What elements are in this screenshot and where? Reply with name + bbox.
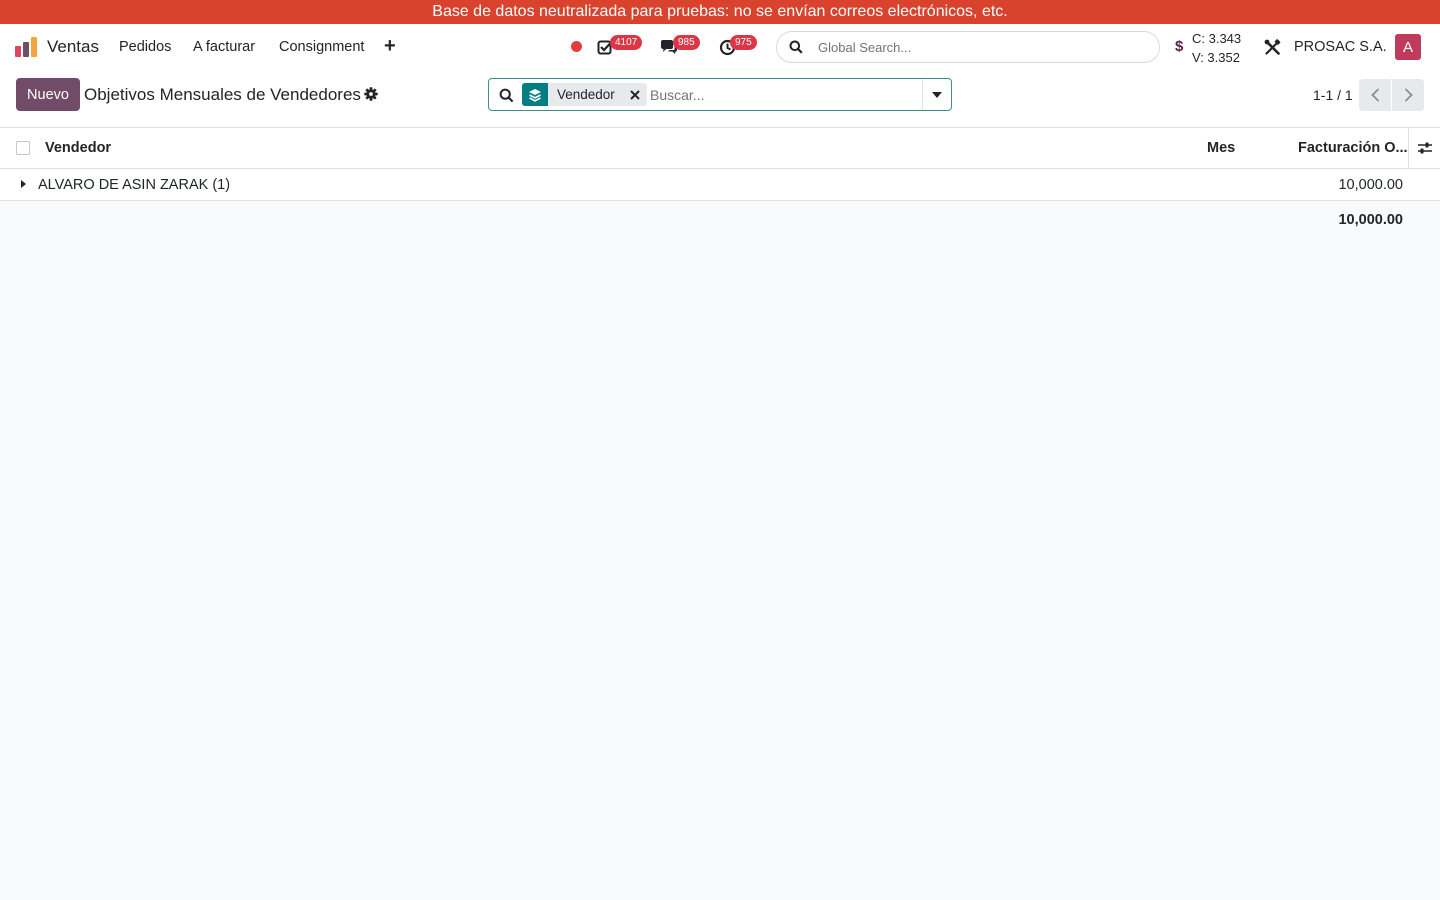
- group-total: 10,000.00: [1338, 177, 1403, 193]
- list-header: Vendedor Mes Facturación O...: [0, 128, 1440, 169]
- chevron-right-icon[interactable]: [1392, 79, 1424, 111]
- sales-app-icon[interactable]: [14, 36, 38, 58]
- caret-right-icon: [21, 180, 26, 188]
- search-bar[interactable]: Vendedor: [488, 78, 952, 111]
- timers-count-badge: 975: [730, 35, 757, 50]
- menu-a-facturar[interactable]: A facturar: [193, 39, 255, 55]
- sliders-icon[interactable]: [1408, 128, 1440, 168]
- group-by-facet[interactable]: Vendedor: [522, 83, 647, 106]
- layers-icon: [522, 83, 548, 106]
- group-label: ALVARO DE ASIN ZARAK (1): [38, 177, 231, 193]
- column-mes[interactable]: Mes: [1207, 140, 1235, 156]
- menu-pedidos[interactable]: Pedidos: [119, 39, 171, 55]
- select-all-checkbox[interactable]: [16, 141, 30, 155]
- test-database-banner: Base de datos neutralizada para pruebas:…: [0, 0, 1440, 24]
- company-switcher[interactable]: PROSAC S.A.: [1294, 39, 1387, 55]
- currency-dollar-icon: $: [1175, 38, 1184, 55]
- messages-count-badge: 985: [673, 35, 700, 50]
- column-facturacion[interactable]: Facturación O...: [1298, 140, 1408, 156]
- rate-buy: C: 3.343: [1192, 31, 1242, 46]
- rate-sell: V: 3.352: [1192, 50, 1240, 65]
- new-button[interactable]: Nuevo: [16, 78, 80, 111]
- global-search-box[interactable]: Global Search...: [776, 31, 1160, 63]
- list-group-row[interactable]: ALVARO DE ASIN ZARAK (1) 10,000.00: [0, 169, 1440, 201]
- search-icon: [499, 88, 514, 103]
- tools-icon[interactable]: [1264, 38, 1282, 56]
- global-search-placeholder[interactable]: Global Search...: [818, 40, 911, 55]
- column-vendedor[interactable]: Vendedor: [45, 140, 111, 156]
- pager-value[interactable]: 1-1 / 1: [1313, 87, 1353, 103]
- chevron-down-icon[interactable]: [922, 79, 951, 110]
- top-navbar: Ventas Pedidos A facturar Consignment + …: [0, 24, 1440, 70]
- exchange-rate: C: 3.343 V: 3.352: [1192, 29, 1241, 67]
- gear-icon[interactable]: [364, 87, 378, 101]
- menu-consignment[interactable]: Consignment: [279, 39, 364, 55]
- control-panel: Nuevo Objetivos Mensuales de Vendedores: [0, 70, 1440, 128]
- grand-total: 10,000.00: [1338, 212, 1403, 228]
- plus-icon[interactable]: +: [384, 35, 396, 58]
- chevron-left-icon[interactable]: [1359, 79, 1391, 111]
- search-icon: [789, 40, 803, 54]
- app-name[interactable]: Ventas: [47, 37, 99, 57]
- user-avatar[interactable]: A: [1395, 34, 1421, 60]
- facet-label: Vendedor: [557, 87, 615, 102]
- page-title: Objetivos Mensuales de Vendedores: [84, 85, 361, 104]
- search-input[interactable]: [650, 87, 910, 103]
- activities-count-badge: 4107: [610, 35, 643, 50]
- record-dot-icon[interactable]: [571, 41, 582, 52]
- close-icon[interactable]: [623, 83, 647, 106]
